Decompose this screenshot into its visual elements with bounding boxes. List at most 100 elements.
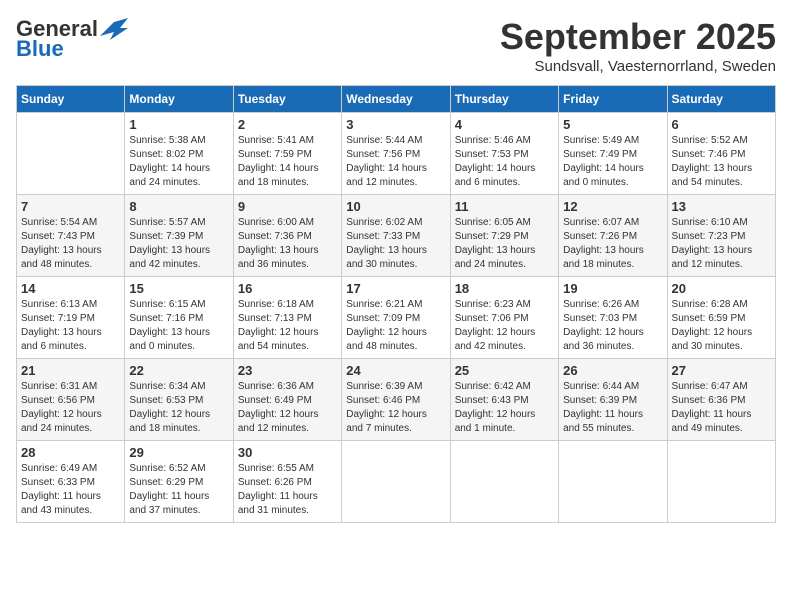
day-number: 13 bbox=[672, 199, 771, 214]
day-info: Sunrise: 6:39 AM Sunset: 6:46 PM Dayligh… bbox=[346, 380, 445, 436]
day-info: Sunrise: 6:18 AM Sunset: 7:13 PM Dayligh… bbox=[238, 298, 337, 354]
day-number: 16 bbox=[238, 281, 337, 296]
logo-blue-text: Blue bbox=[16, 36, 64, 62]
calendar-cell: 15 Sunrise: 6:15 AM Sunset: 7:16 PM Dayli… bbox=[125, 277, 233, 359]
calendar-cell: 26 Sunrise: 6:44 AM Sunset: 6:39 PM Dayli… bbox=[559, 359, 667, 441]
day-number: 11 bbox=[455, 199, 554, 214]
calendar-cell: 5 Sunrise: 5:49 AM Sunset: 7:49 PM Daylig… bbox=[559, 113, 667, 195]
day-info: Sunrise: 6:13 AM Sunset: 7:19 PM Dayligh… bbox=[21, 298, 120, 354]
calendar-header-wednesday: Wednesday bbox=[342, 86, 450, 113]
day-info: Sunrise: 6:55 AM Sunset: 6:26 PM Dayligh… bbox=[238, 462, 337, 518]
calendar-cell bbox=[667, 441, 775, 523]
calendar-cell: 22 Sunrise: 6:34 AM Sunset: 6:53 PM Dayli… bbox=[125, 359, 233, 441]
calendar-cell: 3 Sunrise: 5:44 AM Sunset: 7:56 PM Daylig… bbox=[342, 113, 450, 195]
calendar-cell: 1 Sunrise: 5:38 AM Sunset: 8:02 PM Daylig… bbox=[125, 113, 233, 195]
day-info: Sunrise: 5:46 AM Sunset: 7:53 PM Dayligh… bbox=[455, 134, 554, 190]
day-number: 25 bbox=[455, 363, 554, 378]
logo-bird-icon bbox=[100, 18, 128, 40]
day-number: 27 bbox=[672, 363, 771, 378]
day-info: Sunrise: 6:42 AM Sunset: 6:43 PM Dayligh… bbox=[455, 380, 554, 436]
day-info: Sunrise: 6:23 AM Sunset: 7:06 PM Dayligh… bbox=[455, 298, 554, 354]
day-info: Sunrise: 6:10 AM Sunset: 7:23 PM Dayligh… bbox=[672, 216, 771, 272]
calendar-cell: 25 Sunrise: 6:42 AM Sunset: 6:43 PM Dayli… bbox=[450, 359, 558, 441]
logo: General Blue bbox=[16, 16, 128, 62]
day-info: Sunrise: 6:44 AM Sunset: 6:39 PM Dayligh… bbox=[563, 380, 662, 436]
day-number: 24 bbox=[346, 363, 445, 378]
calendar-week-row: 7 Sunrise: 5:54 AM Sunset: 7:43 PM Daylig… bbox=[17, 195, 776, 277]
calendar-cell: 30 Sunrise: 6:55 AM Sunset: 6:26 PM Dayli… bbox=[233, 441, 341, 523]
calendar-cell: 14 Sunrise: 6:13 AM Sunset: 7:19 PM Dayli… bbox=[17, 277, 125, 359]
calendar-cell: 4 Sunrise: 5:46 AM Sunset: 7:53 PM Daylig… bbox=[450, 113, 558, 195]
day-info: Sunrise: 6:05 AM Sunset: 7:29 PM Dayligh… bbox=[455, 216, 554, 272]
calendar-header-row: SundayMondayTuesdayWednesdayThursdayFrid… bbox=[17, 86, 776, 113]
calendar-week-row: 21 Sunrise: 6:31 AM Sunset: 6:56 PM Dayli… bbox=[17, 359, 776, 441]
calendar-cell: 13 Sunrise: 6:10 AM Sunset: 7:23 PM Dayli… bbox=[667, 195, 775, 277]
location-title: Sundsvall, Vaesternorrland, Sweden bbox=[500, 58, 776, 75]
calendar-header-monday: Monday bbox=[125, 86, 233, 113]
day-info: Sunrise: 6:00 AM Sunset: 7:36 PM Dayligh… bbox=[238, 216, 337, 272]
calendar-cell: 29Sunrise: 6:52 AM Sunset: 6:29 PM Dayli… bbox=[125, 441, 233, 523]
day-number: 15 bbox=[129, 281, 228, 296]
calendar-header-tuesday: Tuesday bbox=[233, 86, 341, 113]
day-info: Sunrise: 6:02 AM Sunset: 7:33 PM Dayligh… bbox=[346, 216, 445, 272]
day-info: Sunrise: 5:49 AM Sunset: 7:49 PM Dayligh… bbox=[563, 134, 662, 190]
day-info: Sunrise: 6:31 AM Sunset: 6:56 PM Dayligh… bbox=[21, 380, 120, 436]
calendar-cell: 16 Sunrise: 6:18 AM Sunset: 7:13 PM Dayli… bbox=[233, 277, 341, 359]
day-number: 30 bbox=[238, 445, 337, 460]
calendar-cell: 2 Sunrise: 5:41 AM Sunset: 7:59 PM Daylig… bbox=[233, 113, 341, 195]
day-info: Sunrise: 6:49 AM Sunset: 6:33 PM Dayligh… bbox=[21, 462, 120, 518]
day-info: Sunrise: 5:54 AM Sunset: 7:43 PM Dayligh… bbox=[21, 216, 120, 272]
day-info: Sunrise: 6:52 AM Sunset: 6:29 PM Dayligh… bbox=[129, 462, 228, 518]
day-number: 22 bbox=[129, 363, 228, 378]
calendar-cell bbox=[559, 441, 667, 523]
calendar-table: SundayMondayTuesdayWednesdayThursdayFrid… bbox=[16, 85, 776, 523]
day-number: 9 bbox=[238, 199, 337, 214]
calendar-cell: 6 Sunrise: 5:52 AM Sunset: 7:46 PM Daylig… bbox=[667, 113, 775, 195]
month-title: September 2025 bbox=[500, 16, 776, 58]
day-info: Sunrise: 6:47 AM Sunset: 6:36 PM Dayligh… bbox=[672, 380, 771, 436]
day-info: Sunrise: 5:52 AM Sunset: 7:46 PM Dayligh… bbox=[672, 134, 771, 190]
day-number: 14 bbox=[21, 281, 120, 296]
calendar-header-friday: Friday bbox=[559, 86, 667, 113]
day-number: 7 bbox=[21, 199, 120, 214]
day-number: 6 bbox=[672, 117, 771, 132]
calendar-cell: 21 Sunrise: 6:31 AM Sunset: 6:56 PM Dayli… bbox=[17, 359, 125, 441]
calendar-cell: 9 Sunrise: 6:00 AM Sunset: 7:36 PM Daylig… bbox=[233, 195, 341, 277]
day-number: 26 bbox=[563, 363, 662, 378]
calendar-header-sunday: Sunday bbox=[17, 86, 125, 113]
calendar-cell: 18Sunrise: 6:23 AM Sunset: 7:06 PM Dayli… bbox=[450, 277, 558, 359]
day-info: Sunrise: 5:57 AM Sunset: 7:39 PM Dayligh… bbox=[129, 216, 228, 272]
calendar-cell: 11 Sunrise: 6:05 AM Sunset: 7:29 PM Dayli… bbox=[450, 195, 558, 277]
day-info: Sunrise: 6:21 AM Sunset: 7:09 PM Dayligh… bbox=[346, 298, 445, 354]
day-number: 23 bbox=[238, 363, 337, 378]
day-info: Sunrise: 6:28 AM Sunset: 6:59 PM Dayligh… bbox=[672, 298, 771, 354]
calendar-header-saturday: Saturday bbox=[667, 86, 775, 113]
day-number: 3 bbox=[346, 117, 445, 132]
day-info: Sunrise: 6:26 AM Sunset: 7:03 PM Dayligh… bbox=[563, 298, 662, 354]
day-number: 28 bbox=[21, 445, 120, 460]
day-number: 8 bbox=[129, 199, 228, 214]
day-info: Sunrise: 5:41 AM Sunset: 7:59 PM Dayligh… bbox=[238, 134, 337, 190]
calendar-cell: 19 Sunrise: 6:26 AM Sunset: 7:03 PM Dayli… bbox=[559, 277, 667, 359]
day-info: Sunrise: 6:15 AM Sunset: 7:16 PM Dayligh… bbox=[129, 298, 228, 354]
calendar-week-row: 1 Sunrise: 5:38 AM Sunset: 8:02 PM Daylig… bbox=[17, 113, 776, 195]
day-number: 12 bbox=[563, 199, 662, 214]
day-number: 21 bbox=[21, 363, 120, 378]
day-info: Sunrise: 5:38 AM Sunset: 8:02 PM Dayligh… bbox=[129, 134, 228, 190]
title-block: September 2025 Sundsvall, Vaesternorrlan… bbox=[500, 16, 776, 75]
calendar-cell bbox=[450, 441, 558, 523]
calendar-cell bbox=[17, 113, 125, 195]
day-number: 2 bbox=[238, 117, 337, 132]
day-number: 1 bbox=[129, 117, 228, 132]
day-number: 19 bbox=[563, 281, 662, 296]
day-number: 10 bbox=[346, 199, 445, 214]
calendar-cell: 23 Sunrise: 6:36 AM Sunset: 6:49 PM Dayli… bbox=[233, 359, 341, 441]
day-number: 20 bbox=[672, 281, 771, 296]
day-info: Sunrise: 5:44 AM Sunset: 7:56 PM Dayligh… bbox=[346, 134, 445, 190]
calendar-cell: 12Sunrise: 6:07 AM Sunset: 7:26 PM Dayli… bbox=[559, 195, 667, 277]
calendar-cell: 10 Sunrise: 6:02 AM Sunset: 7:33 PM Dayli… bbox=[342, 195, 450, 277]
day-number: 5 bbox=[563, 117, 662, 132]
day-number: 4 bbox=[455, 117, 554, 132]
day-info: Sunrise: 6:36 AM Sunset: 6:49 PM Dayligh… bbox=[238, 380, 337, 436]
day-info: Sunrise: 6:34 AM Sunset: 6:53 PM Dayligh… bbox=[129, 380, 228, 436]
